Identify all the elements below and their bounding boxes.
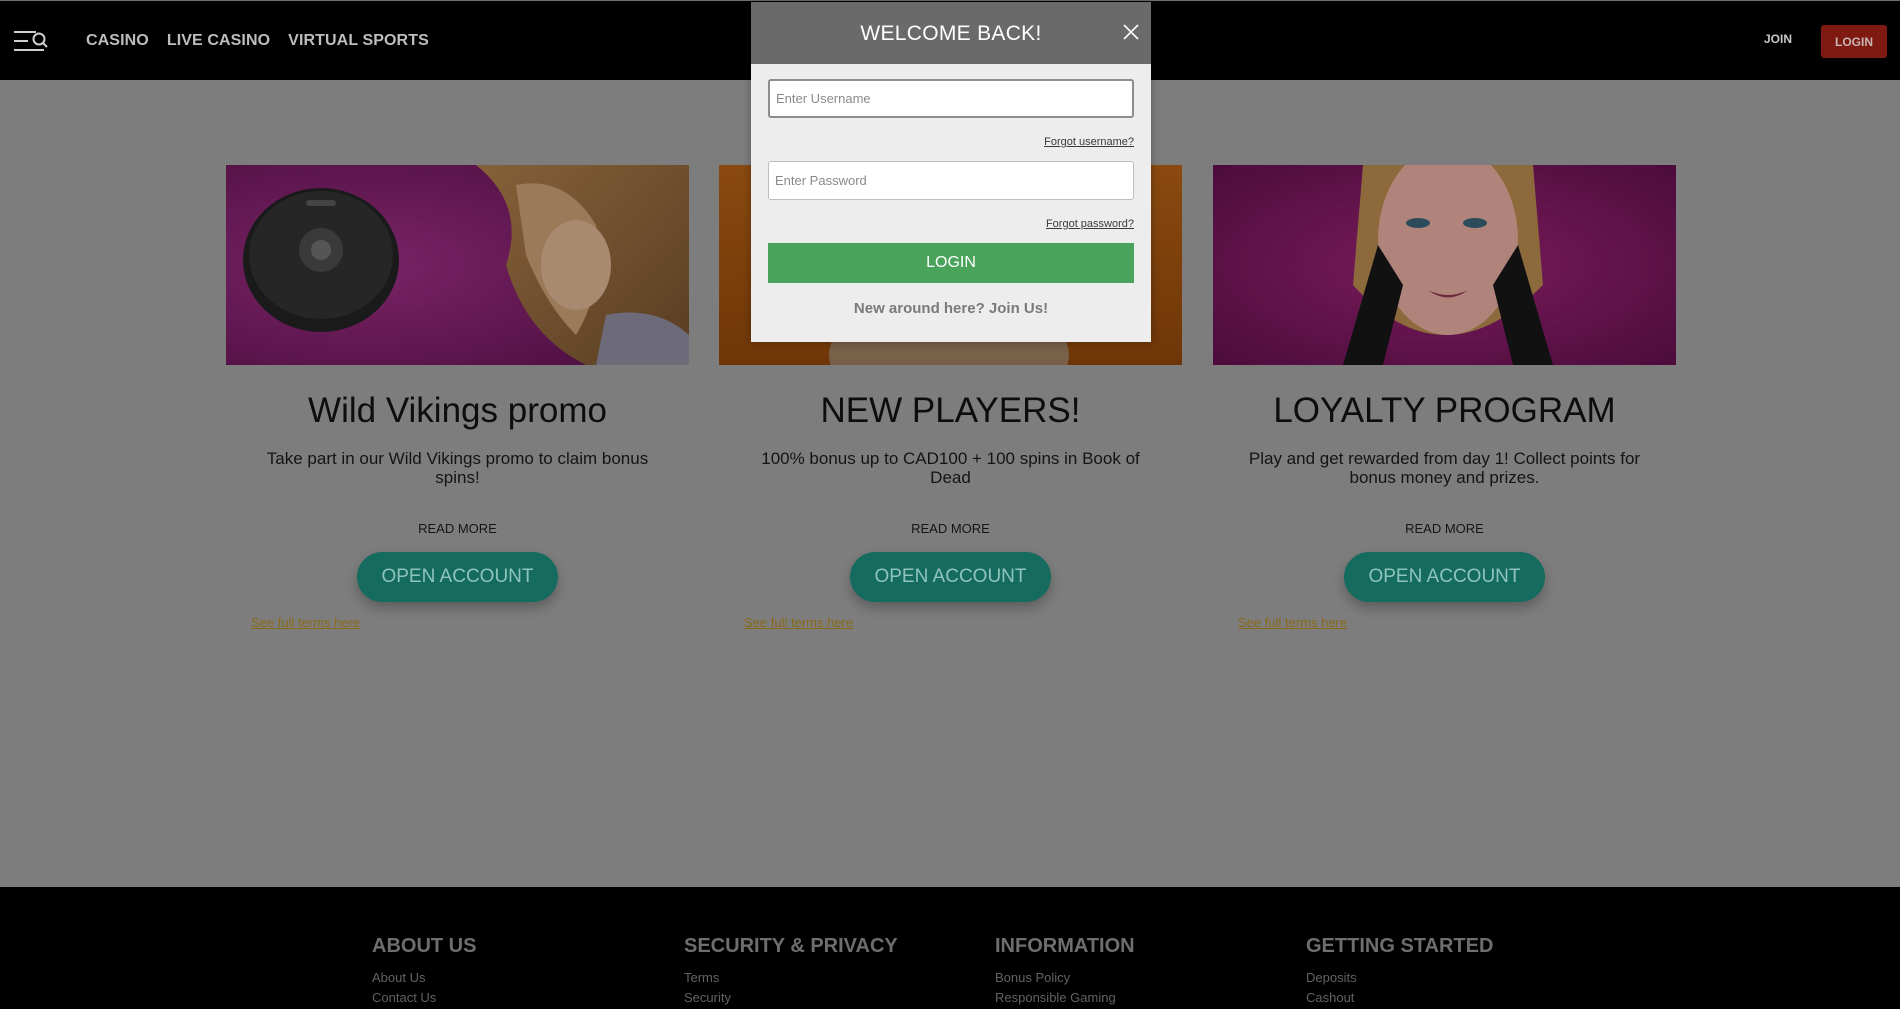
footer-link[interactable]: Security [684,988,898,1008]
full-terms-link[interactable]: See full terms here [1238,615,1347,630]
footer-link[interactable]: Bonus Policy [995,968,1135,988]
open-account-button[interactable]: OPEN ACCOUNT [1344,552,1545,602]
username-input[interactable] [768,79,1134,118]
promo-description: Take part in our Wild Vikings promo to c… [266,449,649,487]
forgot-username-link[interactable]: Forgot username? [1044,136,1134,148]
read-more-link[interactable]: READ MORE [719,521,1182,536]
modal-title: WELCOME BACK! [860,22,1042,45]
footer-link[interactable]: About Us [372,968,476,988]
footer-column-about: ABOUT US About Us Contact Us [372,935,476,1008]
footer-column-information: INFORMATION Bonus Policy Responsible Gam… [995,935,1135,1008]
full-terms-link[interactable]: See full terms here [251,615,360,630]
footer-heading: ABOUT US [372,935,477,957]
join-link[interactable]: JOIN [1764,32,1792,46]
open-account-button[interactable]: OPEN ACCOUNT [357,552,558,602]
header-login-button[interactable]: LOGIN [1821,25,1887,58]
promo-image-robot-vacuum-valkyrie [226,165,689,365]
modal-login-button[interactable]: LOGIN [768,243,1134,283]
promo-card-wild-vikings: Wild Vikings promo Take part in our Wild… [226,165,689,630]
menu-search-icon[interactable] [14,29,48,53]
footer-link[interactable]: Deposits [1306,968,1493,988]
password-input[interactable] [768,161,1134,200]
close-icon[interactable] [1123,24,1139,40]
promo-title: NEW PLAYERS! [820,391,1081,430]
footer-link[interactable]: Cashout [1306,988,1493,1008]
footer-heading: SECURITY & PRIVACY [684,935,898,957]
site-footer: ABOUT US About Us Contact Us SECURITY & … [0,887,1900,1009]
read-more-link[interactable]: READ MORE [226,521,689,536]
open-account-button[interactable]: OPEN ACCOUNT [850,552,1051,602]
promo-description: Play and get rewarded from day 1! Collec… [1248,449,1641,487]
promo-description: 100% bonus up to CAD100 + 100 spins in B… [761,449,1140,487]
main-nav: CASINO LIVE CASINO VIRTUAL SPORTS [86,1,429,81]
footer-link[interactable]: Terms [684,968,898,988]
promo-title: Wild Vikings promo [308,391,607,430]
nav-virtual-sports[interactable]: VIRTUAL SPORTS [288,32,429,50]
footer-column-security: SECURITY & PRIVACY Terms Security [684,935,898,1008]
join-us-link[interactable]: New around here? Join Us! [751,300,1151,317]
promo-title: LOYALTY PROGRAM [1273,391,1616,430]
promo-image-woman-portrait [1213,165,1676,365]
nav-live-casino[interactable]: LIVE CASINO [167,32,270,50]
modal-header: WELCOME BACK! [751,2,1151,64]
nav-casino[interactable]: CASINO [86,32,149,50]
full-terms-link[interactable]: See full terms here [744,615,853,630]
promo-card-loyalty-program: LOYALTY PROGRAM Play and get rewarded fr… [1213,165,1676,630]
read-more-link[interactable]: READ MORE [1213,521,1676,536]
footer-heading: INFORMATION [995,935,1135,957]
forgot-password-link[interactable]: Forgot password? [1046,218,1134,230]
footer-column-getting-started: GETTING STARTED Deposits Cashout [1306,935,1493,1008]
footer-link[interactable]: Contact Us [372,988,476,1008]
footer-link[interactable]: Responsible Gaming [995,988,1135,1008]
login-modal: WELCOME BACK! Forgot username? Forgot pa… [751,2,1151,342]
footer-heading: GETTING STARTED [1306,935,1494,957]
